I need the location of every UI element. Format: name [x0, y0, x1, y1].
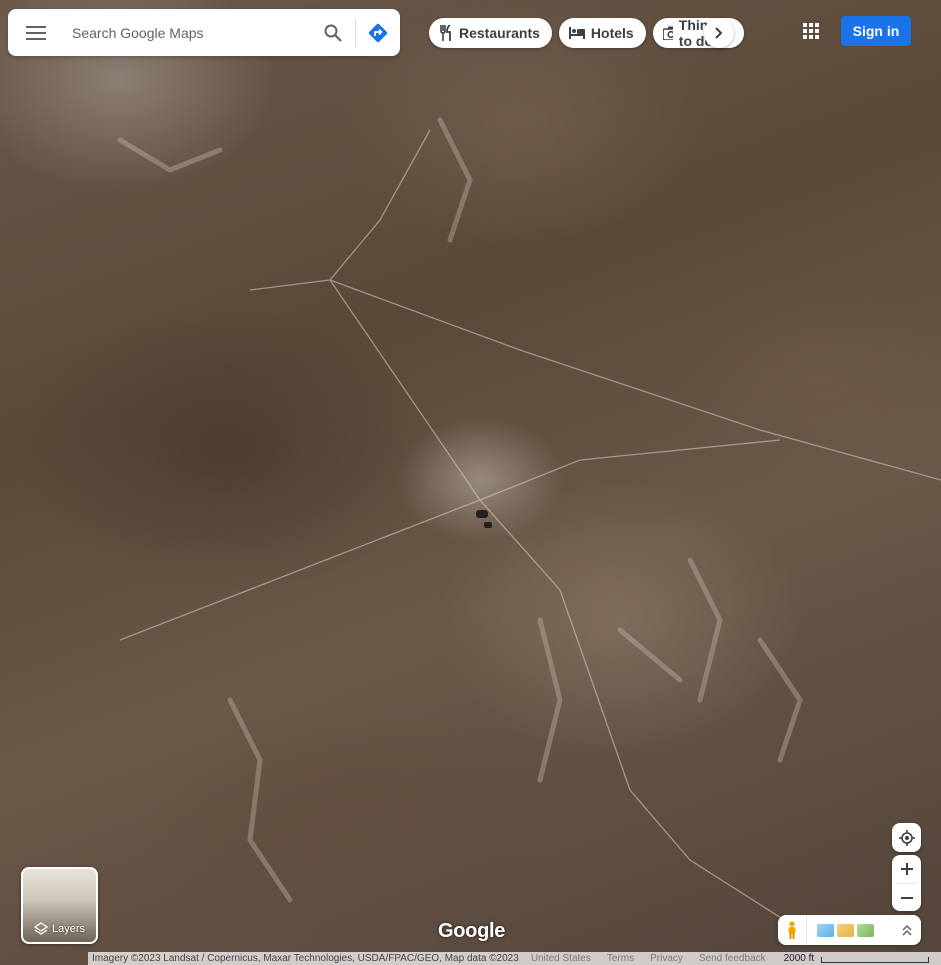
apps-grid-icon — [803, 23, 819, 39]
directions-icon — [368, 23, 388, 42]
chip-hotels[interactable]: Hotels — [558, 18, 646, 48]
transit-layer-thumbnail[interactable] — [817, 923, 834, 937]
google-apps-button[interactable] — [796, 16, 826, 46]
double-chevron-up-icon — [902, 924, 912, 936]
map-footer: Imagery ©2023 Landsat / Copernicus, Maxa… — [88, 952, 941, 965]
privacy-link[interactable]: Privacy — [642, 953, 691, 964]
hotel-icon — [568, 27, 585, 39]
layers-button[interactable]: Layers — [21, 867, 98, 944]
traffic-layer-thumbnail[interactable] — [837, 923, 854, 937]
country-link[interactable]: United States — [523, 953, 599, 964]
google-logo: Google — [438, 920, 506, 942]
search-box — [8, 9, 400, 56]
chip-label: Restaurants — [459, 25, 540, 41]
pegman-icon — [788, 921, 796, 939]
map-type-thumbnails — [807, 923, 874, 937]
restaurant-icon — [440, 25, 451, 41]
chevron-right-icon — [715, 27, 723, 39]
search-input[interactable] — [64, 12, 311, 53]
terms-link[interactable]: Terms — [599, 953, 642, 964]
category-chips: Restaurants Hotels Things to do — [429, 18, 744, 48]
minus-icon — [900, 897, 913, 899]
scale-bar — [821, 957, 930, 963]
terrain-layer-thumbnail[interactable] — [857, 923, 874, 937]
menu-icon — [26, 25, 46, 40]
zoom-controls — [892, 855, 921, 911]
map-tools-bar — [778, 915, 921, 945]
chip-label: Hotels — [590, 25, 634, 41]
camera-icon — [662, 26, 673, 40]
directions-button[interactable] — [356, 9, 400, 56]
search-button[interactable] — [311, 9, 355, 56]
layers-icon — [33, 922, 48, 935]
send-feedback-link[interactable]: Send feedback — [691, 953, 774, 964]
search-icon — [324, 24, 342, 42]
sign-in-button[interactable]: Sign in — [841, 16, 911, 46]
zoom-out-button[interactable] — [892, 884, 921, 911]
expand-tools-button[interactable] — [893, 924, 921, 936]
my-location-button[interactable] — [892, 823, 921, 852]
plus-icon — [900, 863, 913, 875]
chip-restaurants[interactable]: Restaurants — [429, 18, 552, 48]
street-view-pegman-button[interactable] — [778, 915, 807, 945]
scale-label: 2000 ft — [783, 953, 815, 964]
menu-button[interactable] — [8, 9, 64, 56]
my-location-icon — [898, 829, 915, 846]
layers-label-row: Layers — [23, 922, 96, 936]
satellite-map[interactable] — [0, 0, 941, 965]
layers-label: Layers — [51, 923, 86, 935]
chips-scroll-right-button[interactable] — [704, 18, 734, 48]
zoom-in-button[interactable] — [892, 855, 921, 883]
map-features — [117, 117, 941, 931]
imagery-attribution: Imagery ©2023 Landsat / Copernicus, Maxa… — [92, 953, 519, 964]
scale-indicator[interactable]: 2000 ft — [774, 953, 930, 964]
